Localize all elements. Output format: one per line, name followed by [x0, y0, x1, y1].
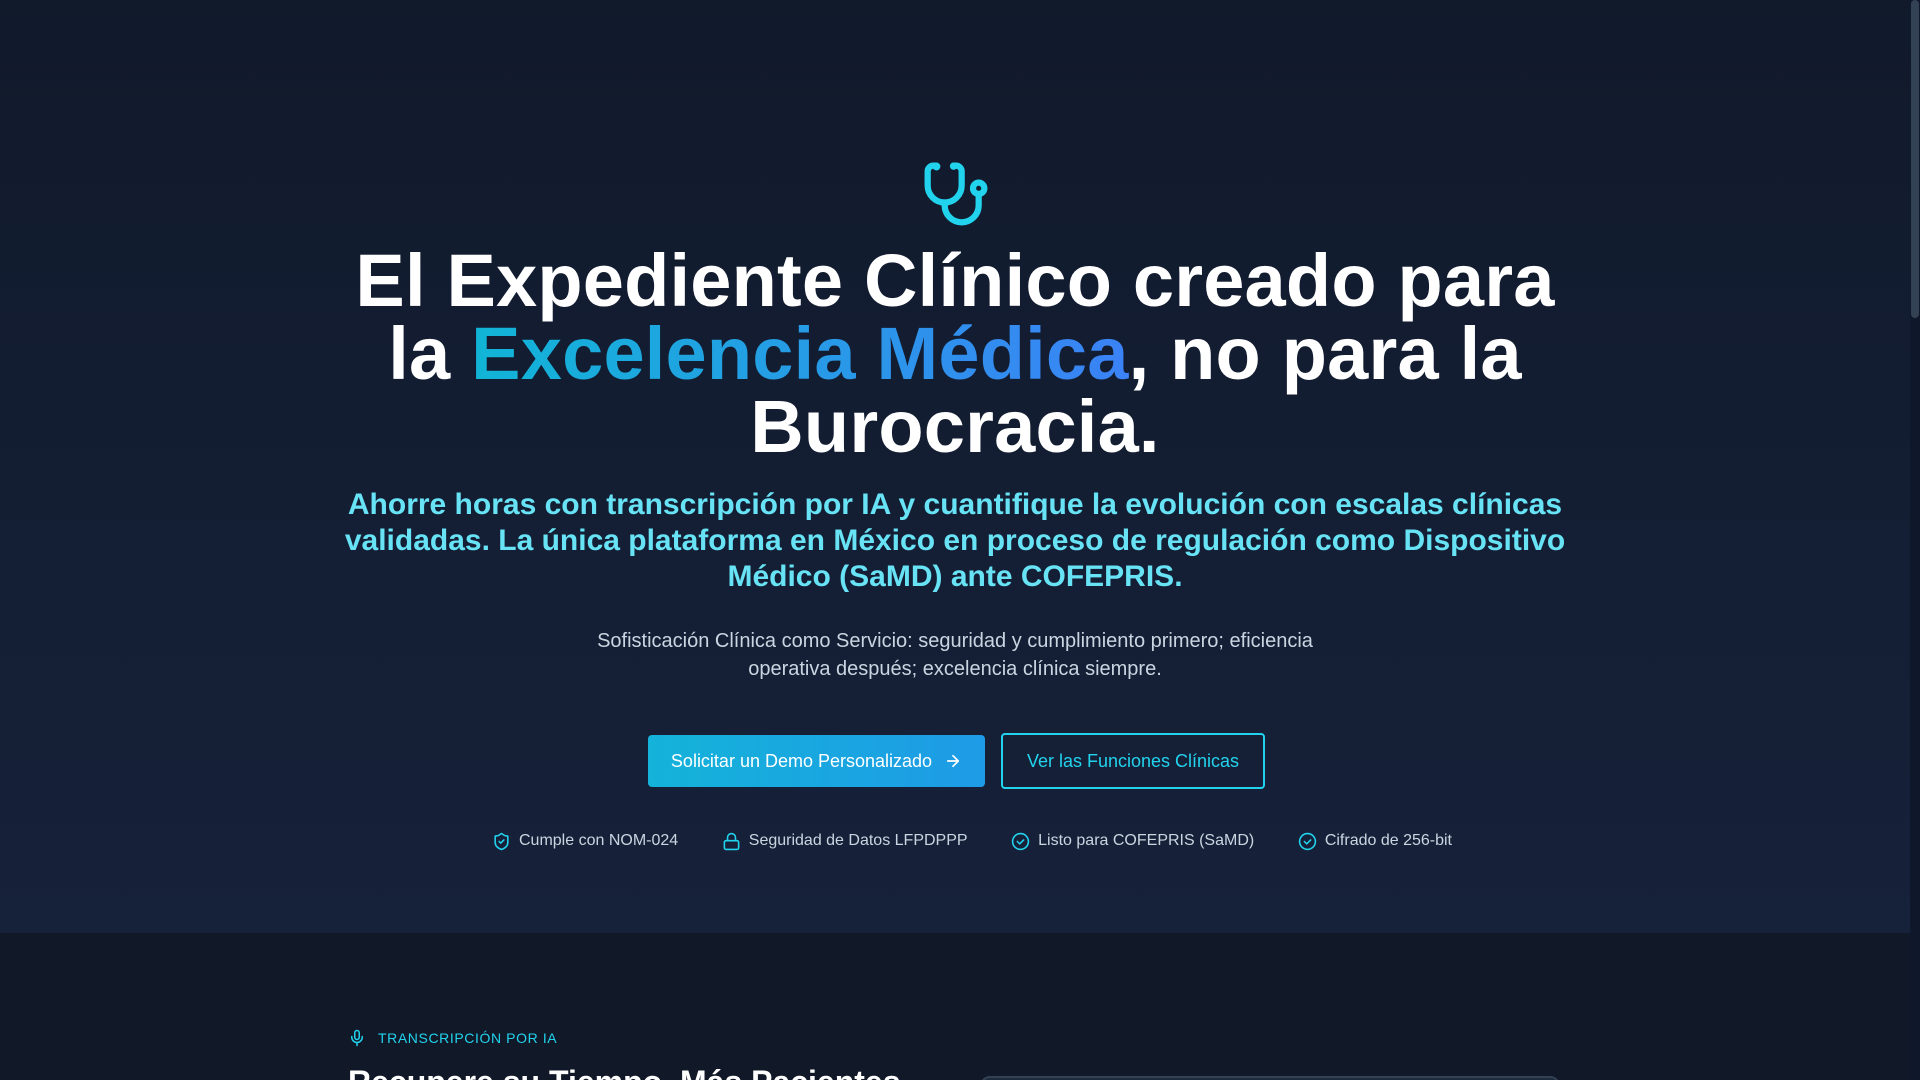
badge-cofepris: Listo para COFEPRIS (SaMD)	[1011, 832, 1254, 851]
scrollbar-thumb[interactable]	[1911, 0, 1919, 318]
hero-headline: El Expediente Clínico creado para la Exc…	[330, 244, 1580, 464]
headline-accent: Excelencia Médica	[471, 312, 1129, 395]
hero-tagline: Sofisticación Clínica como Servicio: seg…	[597, 630, 1313, 680]
compliance-badges: Cumple con NOM-024 Seguridad de Datos LF…	[492, 830, 1452, 852]
badge-label: Seguridad de Datos LFPDPPP	[748, 832, 968, 849]
badge-label: Listo para COFEPRIS (SaMD)	[1038, 832, 1255, 849]
hero-subheadline: Ahorre horas con transcripción por IA y …	[344, 488, 1566, 593]
eyebrow-label: TRANSCRIPCIÓN POR IA	[378, 1030, 558, 1046]
section-eyebrow: TRANSCRIPCIÓN POR IA	[348, 1028, 557, 1048]
lock-icon	[723, 832, 740, 850]
request-demo-button[interactable]: Solicitar un Demo Personalizado	[648, 735, 985, 787]
arrow-right-icon	[946, 754, 960, 768]
hero-section: El Expediente Clínico creado para la Exc…	[0, 0, 1910, 933]
badge-encryption: Cifrado de 256-bit	[1298, 832, 1452, 851]
request-demo-label: Solicitar un Demo Personalizado	[670, 750, 933, 771]
check-circle-icon	[1298, 832, 1317, 850]
preview-card	[980, 1076, 1560, 1080]
microphone-icon	[351, 1029, 363, 1047]
ai-transcription-section	[0, 933, 1910, 1080]
landing-page: El Expediente Clínico creado para la Exc…	[0, 0, 1920, 1080]
badge-lfpdppp: Seguridad de Datos LFPDPPP	[722, 832, 968, 851]
badge-label: Cifrado de 256-bit	[1324, 832, 1452, 849]
check-circle-icon	[1011, 832, 1030, 850]
view-features-button[interactable]: Ver las Funciones Clínicas	[1001, 733, 1265, 789]
badge-label: Cumple con NOM-024	[519, 832, 679, 849]
stethoscope-icon	[924, 162, 988, 226]
section-title: Recupere su Tiempo, Más Pacientes	[348, 1062, 901, 1080]
shield-check-icon	[494, 832, 509, 850]
badge-nom-024: Cumple con NOM-024	[492, 832, 678, 851]
